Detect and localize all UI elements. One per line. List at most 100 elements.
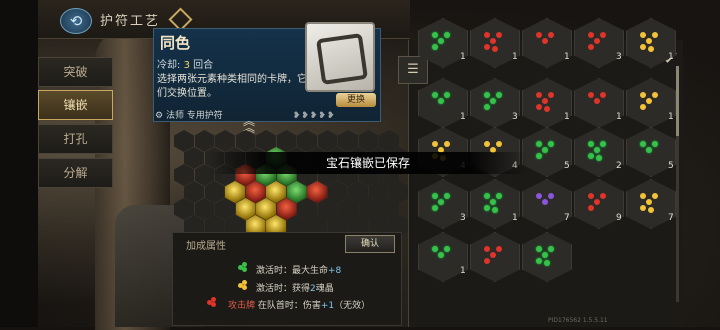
gem-r-icon xyxy=(496,32,502,38)
gem-r-icon xyxy=(542,38,548,44)
green-gem-icon xyxy=(238,262,248,272)
gem-g-icon xyxy=(646,147,652,153)
gem-y-icon xyxy=(646,98,652,104)
gem-y-icon xyxy=(432,141,438,147)
gem-g-icon xyxy=(548,141,554,147)
gem-count: 3 xyxy=(512,112,518,122)
gem-r-icon xyxy=(484,258,490,264)
gem-g-icon xyxy=(596,155,602,161)
gem-g-icon xyxy=(438,199,444,205)
gem-count: 1 xyxy=(616,112,622,122)
gem-g-icon xyxy=(536,141,542,147)
gem-g-icon xyxy=(588,153,594,159)
scrollbar-thumb[interactable] xyxy=(676,66,679,136)
gem-y-icon xyxy=(640,205,646,211)
bonus-row-3-suffix: （无效） xyxy=(334,301,371,311)
gem-g-icon xyxy=(432,193,438,199)
gem-g-icon xyxy=(542,147,548,153)
swap-button[interactable]: 更换 xyxy=(336,93,376,107)
bonus-header: 加成属性 xyxy=(186,241,226,252)
gem-g-icon xyxy=(492,207,498,213)
page-title: 护符工艺 xyxy=(100,14,161,29)
gem-r-icon xyxy=(484,32,490,38)
gem-count: 1 xyxy=(512,213,518,223)
gem-r-icon xyxy=(536,104,542,110)
gem-g-icon xyxy=(444,92,450,98)
gem-r-icon xyxy=(492,46,498,52)
gem-g-icon xyxy=(432,32,438,38)
gem-count: 5 xyxy=(564,161,570,171)
gem-g-icon xyxy=(438,38,444,44)
gem-r-icon xyxy=(594,199,600,205)
gem-r-icon xyxy=(548,92,554,98)
gem-p-icon xyxy=(548,193,554,199)
gem-g-icon xyxy=(536,153,542,159)
gem-count: 1 xyxy=(460,52,466,62)
filter-icon[interactable]: ☰ xyxy=(398,56,428,84)
gem-p-icon xyxy=(542,199,548,205)
gem-g-icon xyxy=(432,246,438,252)
gem-r-icon xyxy=(600,193,606,199)
gem-g-icon xyxy=(600,141,606,147)
gem-y-icon xyxy=(640,104,646,110)
gem-g-icon xyxy=(484,193,490,199)
gem-r-icon xyxy=(496,246,502,252)
amulet-icon[interactable] xyxy=(305,22,375,92)
gem-count: 9 xyxy=(616,213,622,223)
bonus-row-1-text: 激活时：最大生命 xyxy=(256,266,329,276)
bonus-row-1: 激活时：最大生命+8 xyxy=(256,263,341,276)
gem-count: 3 xyxy=(616,52,622,62)
cooldown-value: 3 xyxy=(183,60,190,71)
gem-g-icon xyxy=(484,205,490,211)
gem-count: 3 xyxy=(460,213,466,223)
gem-y-icon xyxy=(484,141,490,147)
gem-r-icon xyxy=(542,98,548,104)
gem-count: 1 xyxy=(512,52,518,62)
gem-g-icon xyxy=(542,252,548,258)
gem-r-icon xyxy=(548,32,554,38)
gem-y-icon xyxy=(640,193,646,199)
gem-r-icon xyxy=(544,106,550,112)
bonus-row-3-value: +1 xyxy=(320,301,335,311)
gem-g-icon xyxy=(444,193,450,199)
toast-message: 宝石镶嵌已保存 xyxy=(208,152,528,174)
gem-g-icon xyxy=(588,141,594,147)
gem-g-icon xyxy=(496,92,502,98)
tab-decompose[interactable]: 分解 xyxy=(38,158,113,188)
tab-punch[interactable]: 打孔 xyxy=(38,124,113,154)
gem-count: 1 xyxy=(460,112,466,122)
tab-inlay[interactable]: 镶嵌 xyxy=(38,90,113,120)
gem-count: 1 xyxy=(668,112,674,122)
gem-y-icon xyxy=(646,199,652,205)
gem-y-icon xyxy=(652,92,658,98)
gem-r-icon xyxy=(490,252,496,258)
gem-r-icon xyxy=(588,92,594,98)
red-gem-icon xyxy=(207,297,217,307)
bonus-row-3-text: 在队首时：伤害 xyxy=(255,301,321,311)
skill-title: 同色 xyxy=(160,34,191,52)
gem-count: 1 xyxy=(564,52,570,62)
gem-y-icon xyxy=(640,44,646,50)
bonus-row-1-value: +8 xyxy=(328,266,342,276)
yellow-gem-icon xyxy=(238,280,248,290)
gem-r-icon xyxy=(600,32,606,38)
cooldown-text: 冷却: 3 回合 xyxy=(157,56,213,71)
gem-g-icon xyxy=(438,252,444,258)
confirm-button[interactable]: 确认 xyxy=(345,235,395,253)
gem-r-icon xyxy=(588,193,594,199)
gem-r-icon xyxy=(600,92,606,98)
gem-g-icon xyxy=(496,193,502,199)
gem-g-icon xyxy=(438,98,444,104)
version-text: PID176562 1.5.5.11 xyxy=(548,317,608,324)
gem-r-icon xyxy=(588,205,594,211)
gem-r-icon xyxy=(594,98,600,104)
gem-count: 1 xyxy=(668,52,674,62)
cooldown-unit: 回合 xyxy=(193,60,214,71)
bonus-row-3: 攻击牌 在队首时：伤害+1（无效） xyxy=(228,298,370,311)
back-arrow-icon[interactable]: ⟲ xyxy=(60,8,92,34)
gem-count: 5 xyxy=(668,161,674,171)
gem-y-icon xyxy=(640,32,646,38)
gem-r-icon xyxy=(484,246,490,252)
gem-count: 1 xyxy=(460,266,466,276)
tab-breakthrough[interactable]: 突破 xyxy=(38,57,113,87)
